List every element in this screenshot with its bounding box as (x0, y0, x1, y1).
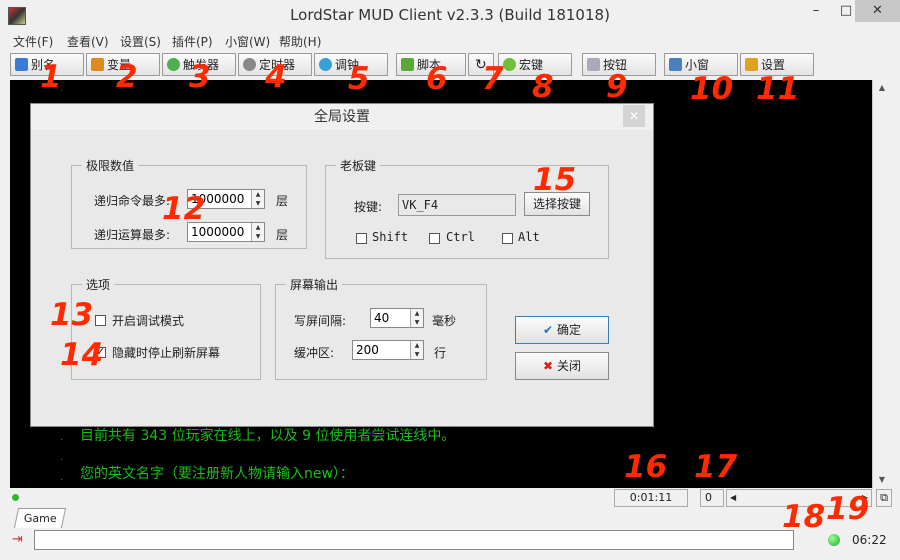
clock-display: 06:22 (852, 533, 887, 547)
annotation-number: 13 (50, 297, 94, 333)
menu-plugins[interactable]: 插件(P) (172, 33, 213, 50)
trigger-icon (167, 58, 180, 71)
limits-title: 极限数值 (82, 157, 139, 174)
terminal-line: 目前共有 343 位玩家在线上，以及 9 位使用者尝试连线中。 (80, 428, 456, 444)
recursion-command-label: 递归命令最多: (94, 194, 171, 208)
elapsed-time: 0:01:11 (614, 489, 688, 507)
annotation-number: 5 (348, 61, 370, 97)
status-led-icon (12, 494, 19, 501)
tab-game[interactable]: Game (13, 508, 67, 528)
alias-icon (15, 58, 28, 71)
stop-refresh-label: 隐藏时停止刷新屏幕 (112, 346, 221, 360)
alt-checkbox[interactable] (502, 233, 513, 244)
monitor-icon (669, 58, 682, 71)
buffer-unit: 行 (434, 346, 447, 360)
options-title: 选项 (82, 276, 115, 293)
ctrl-checkbox[interactable] (429, 233, 440, 244)
write-interval-label: 写屏间隔: (294, 314, 347, 328)
annotation-number: 18 (782, 499, 826, 535)
tools-icon (745, 58, 758, 71)
debug-mode-checkbox[interactable] (95, 315, 106, 326)
annotation-number: 7 (482, 61, 504, 97)
buffer-label: 缓冲区: (294, 346, 335, 360)
marker-dot: · (60, 475, 64, 486)
command-bar: ⇥ 06:22 (10, 530, 890, 552)
terminal-line: 您的英文名字（要注册新人物请输入new）： (80, 466, 354, 482)
bosskey-key-field: VK_F4 (398, 194, 516, 216)
alt-label: Alt (518, 230, 540, 244)
annotation-number: 1 (40, 59, 62, 95)
command-input[interactable] (34, 530, 794, 550)
vertical-scrollbar[interactable]: ▲ ▼ (872, 80, 891, 488)
dialog-close-button[interactable]: ✕ (623, 105, 645, 127)
menu-file[interactable]: 文件(F) (13, 33, 53, 50)
annotation-number: 9 (606, 69, 628, 105)
annotation-number: 10 (690, 71, 734, 107)
hook-icon (319, 58, 332, 71)
close-dialog-button[interactable]: ✖ 关闭 (515, 352, 609, 380)
menu-help[interactable]: 帮助(H) (279, 33, 321, 50)
annotation-number: 12 (162, 191, 206, 227)
spinner-arrows-icon[interactable]: ▲ ▼ (251, 223, 264, 241)
recursion-calc-unit: 层 (276, 228, 289, 242)
hotkey-icon (503, 58, 516, 71)
menu-view[interactable]: 查看(V) (67, 33, 109, 50)
global-settings-dialog: 全局设置 ✕ 极限数值 递归命令最多: ▲▼ 层 递归运算最多: ▲▼ 层 老板… (30, 103, 654, 427)
annotation-number: 4 (265, 59, 287, 95)
clock-icon (243, 58, 256, 71)
scroll-down-icon[interactable]: ▼ (873, 472, 891, 488)
recursion-calc-label: 递归运算最多: (94, 228, 171, 242)
button-icon (587, 58, 600, 71)
ctrl-label: Ctrl (446, 230, 475, 244)
bosskey-title: 老板键 (336, 157, 381, 174)
command-prompt-icon[interactable]: ⇥ (12, 533, 28, 547)
close-x-icon: ✖ (543, 359, 554, 373)
title-bar: LordStar MUD Client v2.3.3 (Build 181018… (0, 0, 900, 30)
recursion-command-unit: 层 (276, 194, 289, 208)
bosskey-key-label: 按键: (354, 200, 383, 214)
counter-value: 0 (700, 489, 724, 507)
write-interval-unit: 毫秒 (432, 314, 457, 328)
split-window-icon[interactable]: ⧉ (876, 489, 892, 507)
shift-label: Shift (372, 230, 409, 244)
annotation-number: 2 (116, 59, 138, 95)
spinner-arrows-icon[interactable]: ▲ ▼ (251, 190, 264, 208)
connection-status-icon (828, 534, 840, 546)
script-icon (401, 58, 414, 71)
marker-dot: · (60, 435, 64, 446)
menu-miniwindow[interactable]: 小窗(W) (225, 33, 270, 50)
debug-mode-label: 开启调试模式 (112, 314, 185, 328)
shift-checkbox[interactable] (356, 233, 367, 244)
variable-icon (91, 58, 104, 71)
spinner-arrows-icon[interactable]: ▲ ▼ (410, 341, 423, 359)
annotation-number: 17 (694, 449, 738, 485)
buffer-spinner[interactable]: ▲▼ (352, 340, 424, 360)
close-button[interactable]: ✕ (855, 0, 900, 22)
checkmark-icon: ✔ (543, 323, 554, 337)
ok-button[interactable]: ✔ 确定 (515, 316, 609, 344)
screen-output-title: 屏幕输出 (286, 276, 343, 293)
screen-output-group: 屏幕输出 写屏间隔: ▲▼ 毫秒 缓冲区: ▲▼ 行 (275, 276, 487, 380)
annotation-number: 3 (189, 59, 211, 95)
window-title: LordStar MUD Client v2.3.3 (Build 181018… (290, 6, 610, 24)
annotation-number: 16 (624, 449, 668, 485)
scroll-up-icon[interactable]: ▲ (873, 80, 891, 96)
annotation-number: 14 (60, 337, 104, 373)
write-interval-input[interactable] (371, 309, 415, 327)
spinner-arrows-icon[interactable]: ▲ ▼ (410, 309, 423, 327)
menu-settings[interactable]: 设置(S) (120, 33, 161, 50)
annotation-number: 11 (756, 71, 800, 107)
minimize-button[interactable]: – (801, 0, 831, 22)
buffer-input[interactable] (353, 341, 415, 359)
scroll-left-icon[interactable]: ◀ (730, 490, 736, 506)
annotation-number: 19 (826, 491, 870, 527)
annotation-number: 15 (533, 162, 577, 198)
menu-bar: 文件(F) 查看(V) 设置(S) 插件(P) 小窗(W) 帮助(H) (0, 30, 900, 50)
annotation-number: 6 (426, 61, 448, 97)
dialog-title: 全局设置 (31, 104, 653, 130)
annotation-number: 8 (532, 69, 554, 105)
write-interval-spinner[interactable]: ▲▼ (370, 308, 424, 328)
marker-dot: · (60, 455, 64, 466)
